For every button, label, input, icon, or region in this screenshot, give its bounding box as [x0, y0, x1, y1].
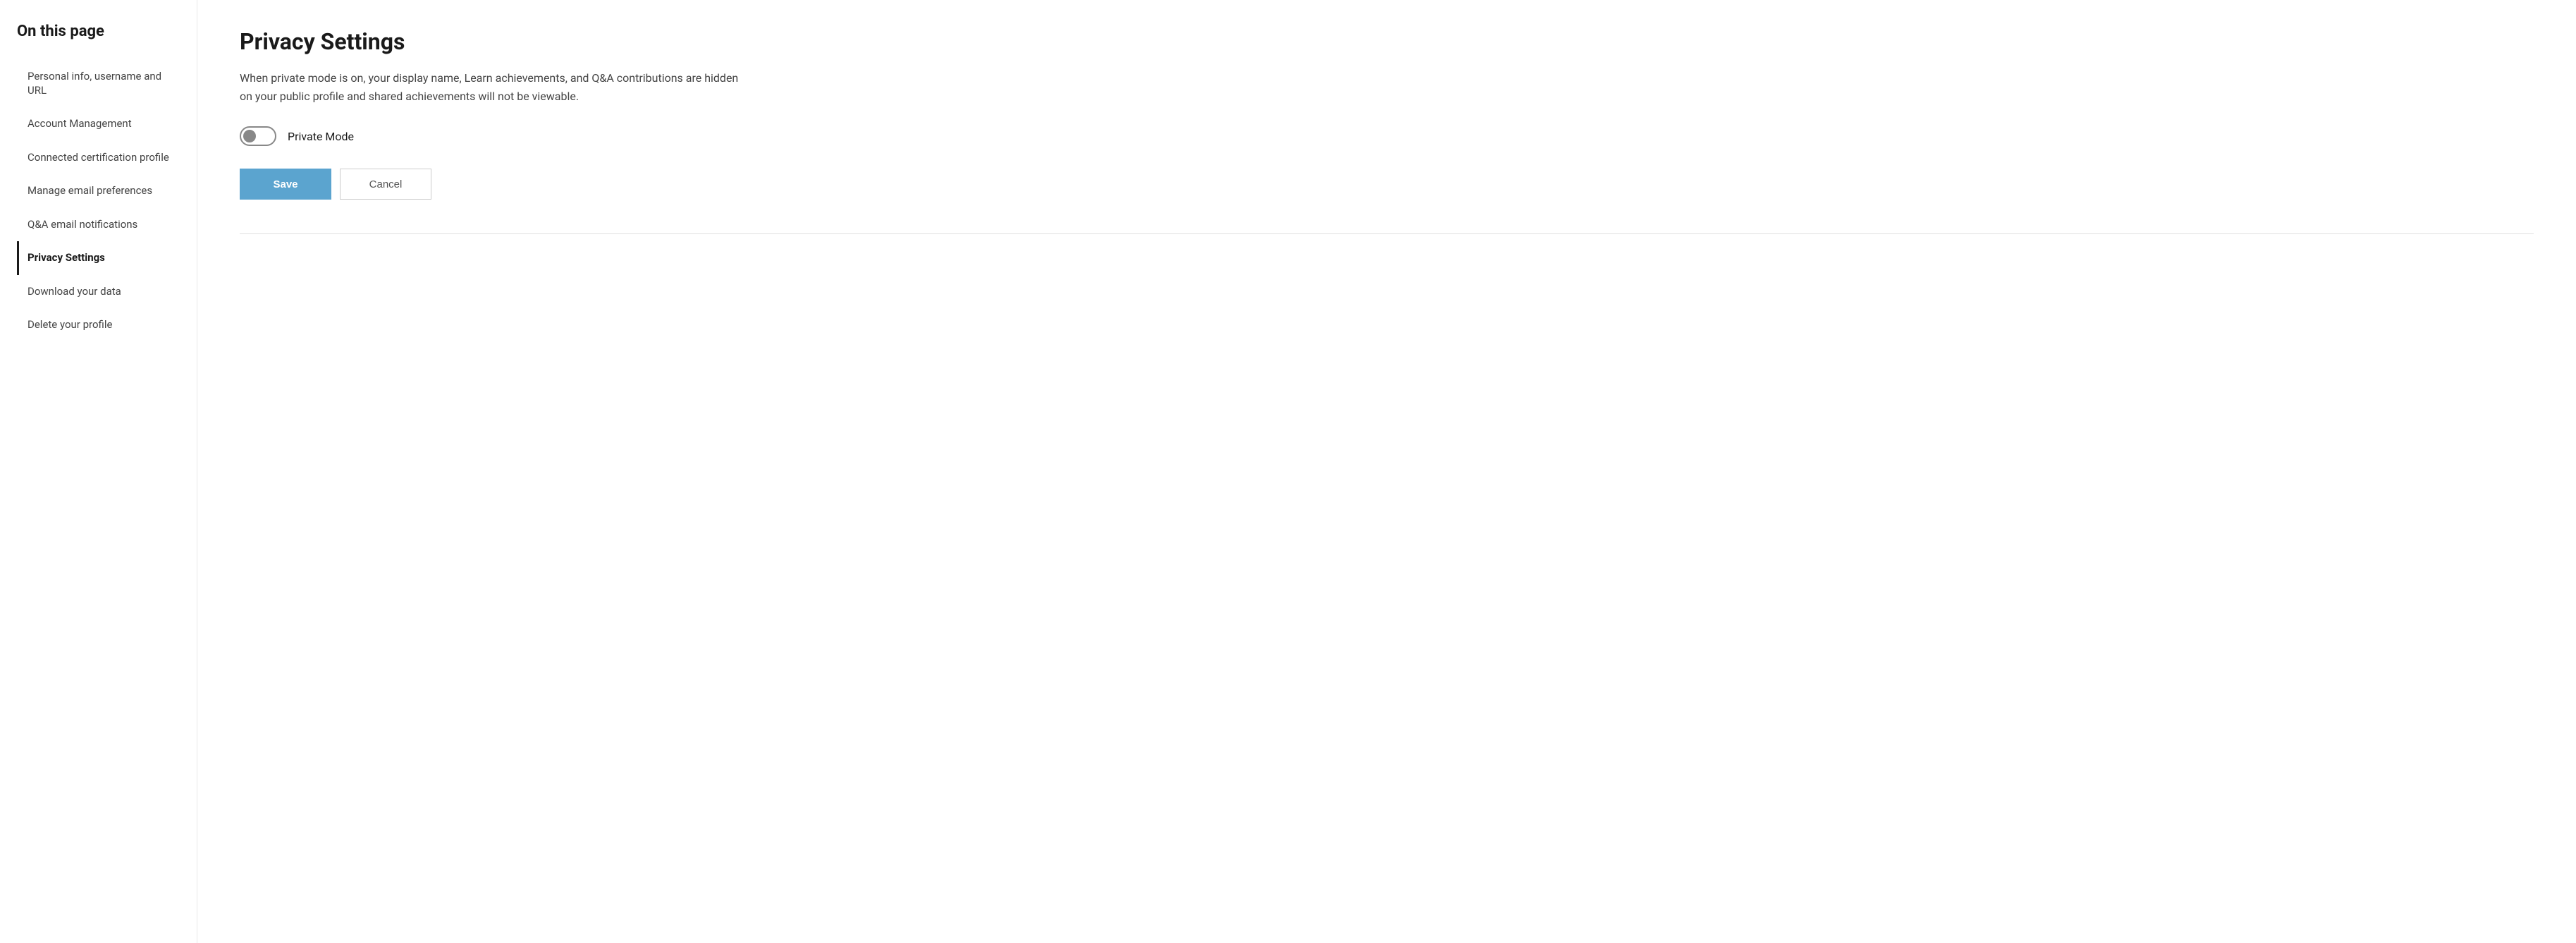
save-button[interactable]: Save [240, 169, 331, 200]
cancel-button[interactable]: Cancel [340, 169, 431, 200]
nav-item-manage-email[interactable]: Manage email preferences [17, 174, 180, 208]
nav-item-qa-email[interactable]: Q&A email notifications [17, 208, 180, 242]
nav-item-delete-profile[interactable]: Delete your profile [17, 308, 180, 342]
toggle-thumb [243, 130, 256, 142]
nav-list: Personal info, username and URLAccount M… [17, 60, 180, 342]
toggle-row: Private Mode [240, 126, 2534, 146]
toggle-track [240, 126, 276, 146]
nav-item-privacy-settings[interactable]: Privacy Settings [17, 241, 180, 275]
section-title: Privacy Settings [240, 28, 2534, 55]
section-description: When private mode is on, your display na… [240, 69, 747, 105]
sidebar-heading: On this page [17, 23, 180, 40]
privacy-settings-section: Privacy Settings When private mode is on… [240, 28, 2534, 234]
nav-item-personal-info[interactable]: Personal info, username and URL [17, 60, 180, 107]
nav-item-download-data[interactable]: Download your data [17, 275, 180, 309]
sidebar: On this page Personal info, username and… [0, 0, 197, 943]
nav-item-connected-cert[interactable]: Connected certification profile [17, 141, 180, 175]
private-mode-toggle[interactable] [240, 126, 276, 146]
toggle-label: Private Mode [288, 130, 354, 143]
nav-item-account-management[interactable]: Account Management [17, 107, 180, 141]
main-content: Privacy Settings When private mode is on… [197, 0, 2576, 943]
button-row: Save Cancel [240, 169, 2534, 200]
